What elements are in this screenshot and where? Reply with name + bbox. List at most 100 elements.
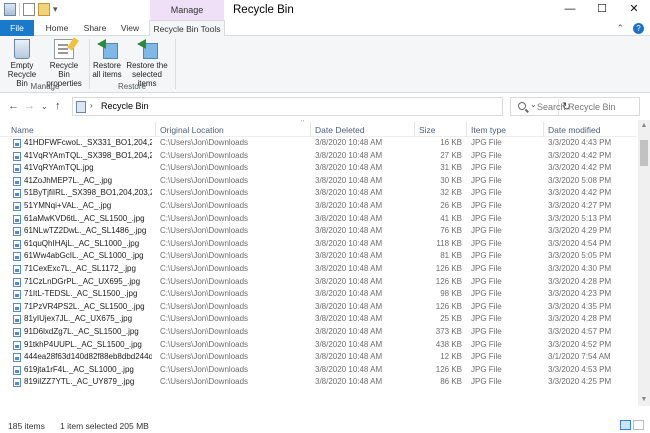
cell-modified: 3/3/2020 4:28 PM xyxy=(548,314,612,324)
chevron-up-icon: ^ xyxy=(301,120,305,126)
column-header-location[interactable]: Original Location xyxy=(160,125,224,135)
properties-icon[interactable] xyxy=(23,3,35,16)
group-label-restore: Restore xyxy=(117,82,146,91)
restore-all-items-button[interactable]: Restore all items xyxy=(92,39,122,79)
table-row[interactable]: 819iIZZ7YTL._AC_UY879_.jpg C:\Users\Jon\D… xyxy=(0,376,637,389)
chevron-up-icon[interactable]: ⌃ xyxy=(616,23,624,34)
details-view-icon[interactable] xyxy=(620,420,631,430)
table-row[interactable]: 61quQhIHAjL._AC_SL1000_.jpg C:\Users\Jon\… xyxy=(0,238,637,251)
cell-deleted: 3/8/2020 10:48 AM xyxy=(315,289,383,299)
cell-size: 25 KB xyxy=(440,314,462,324)
close-button[interactable]: ✕ xyxy=(618,0,650,20)
column-header-row: Name Original Location ^ Date Deleted Si… xyxy=(0,120,637,137)
tab-view[interactable]: View xyxy=(114,20,146,36)
table-row[interactable]: 444ea28f63d140d82f88eb8dbd244d... C:\User… xyxy=(0,351,637,364)
search-input[interactable]: Search Recycle Bin xyxy=(510,97,640,116)
scroll-thumb[interactable] xyxy=(640,140,648,166)
cell-size: 16 KB xyxy=(440,138,462,147)
cell-name: 819iIZZ7YTL._AC_UY879_.jpg xyxy=(24,377,135,387)
table-row[interactable]: 71CexExc7L._AC_SL1172_.jpg C:\Users\Jon\D… xyxy=(0,263,637,276)
minimize-button[interactable]: — xyxy=(554,0,586,20)
table-row[interactable]: 41HDFWFcwoL._SX331_BO1,204,203,200_.jpg C… xyxy=(0,137,637,150)
maximize-button[interactable]: ☐ xyxy=(586,0,618,20)
up-arrow-icon[interactable]: ↑ xyxy=(55,100,61,112)
divider[interactable] xyxy=(310,122,311,137)
column-header-modified[interactable]: Date modified xyxy=(548,125,600,135)
chevron-down-icon[interactable]: ▾ xyxy=(53,3,61,16)
cell-type: JPG File xyxy=(471,163,502,173)
table-row[interactable]: 61NLwTZ2DwL._AC_SL1486_.jpg C:\Users\Jon\… xyxy=(0,225,637,238)
cell-type: JPG File xyxy=(471,327,502,336)
cell-type: JPG File xyxy=(471,226,502,236)
table-row[interactable]: 51ByTjfiIRL._SX398_BO1,204,203,200_.jpg C… xyxy=(0,187,637,200)
cell-deleted: 3/8/2020 10:48 AM xyxy=(315,364,383,374)
cell-deleted: 3/8/2020 10:48 AM xyxy=(315,150,383,160)
cell-location: C:\Users\Jon\Downloads xyxy=(160,150,249,160)
table-row[interactable]: 61aMwKVD6tL._AC_SL1500_.jpg C:\Users\Jon\… xyxy=(0,213,637,226)
cell-deleted: 3/8/2020 10:48 AM xyxy=(315,238,383,248)
cell-deleted: 3/8/2020 10:48 AM xyxy=(315,352,383,362)
table-row[interactable]: 71PzVR4PS2L._AC_SL1500_.jpg C:\Users\Jon\… xyxy=(0,301,637,314)
jpg-file-icon xyxy=(13,265,21,274)
help-icon[interactable]: ? xyxy=(633,23,644,34)
chevron-right-icon[interactable]: › xyxy=(90,101,93,110)
cell-size: 126 KB xyxy=(435,301,462,311)
cell-type: JPG File xyxy=(471,339,502,349)
table-row[interactable]: 91tkhP4UUPL._AC_SL1500_.jpg C:\Users\Jon\… xyxy=(0,339,637,352)
table-row[interactable]: 71ItL-TEDSL._AC_SL1500_.jpg C:\Users\Jon\… xyxy=(0,288,637,301)
table-row[interactable]: 41VqRYAmTQL.jpg C:\Users\Jon\Downloads 3/8… xyxy=(0,162,637,175)
divider[interactable] xyxy=(543,122,544,137)
cell-modified: 3/3/2020 4:42 PM xyxy=(548,150,612,160)
table-row[interactable]: 41ZoJhMEP7L._AC_.jpg C:\Users\Jon\Downloa… xyxy=(0,175,637,188)
cell-deleted: 3/8/2020 10:48 AM xyxy=(315,163,383,173)
cell-modified: 3/1/2020 7:54 AM xyxy=(548,352,611,362)
divider[interactable] xyxy=(155,122,156,137)
context-tab-manage[interactable]: Manage xyxy=(150,0,224,20)
forward-arrow-icon[interactable]: → xyxy=(24,100,35,112)
back-arrow-icon[interactable]: ← xyxy=(8,100,19,112)
tab-share[interactable]: Share xyxy=(78,20,112,36)
breadcrumb[interactable]: Recycle Bin xyxy=(101,101,149,111)
table-row[interactable]: 51YMNqi+VAL._AC_.jpg C:\Users\Jon\Downloa… xyxy=(0,200,637,213)
cell-type: JPG File xyxy=(471,301,502,311)
cell-type: JPG File xyxy=(471,276,502,286)
table-row[interactable]: 41VqRYAmTQL._SX398_BO1,204,203,200_.jpg C… xyxy=(0,150,637,163)
divider[interactable] xyxy=(414,122,415,137)
cell-name: 51YMNqi+VAL._AC_.jpg xyxy=(24,201,112,210)
cell-type: JPG File xyxy=(471,238,502,248)
navigation-bar: ← → ⌄ ↑ › Recycle Bin ⌄ ↻ Search Recycle… xyxy=(0,93,650,120)
jpg-file-icon xyxy=(13,378,21,388)
cell-location: C:\Users\Jon\Downloads xyxy=(160,352,249,362)
chevron-down-icon[interactable]: ⌄ xyxy=(41,102,48,111)
table-row[interactable]: 71CzLnDGrPL._AC_UX695_.jpg C:\Users\Jon\D… xyxy=(0,276,637,289)
new-folder-icon[interactable] xyxy=(38,3,50,16)
divider[interactable] xyxy=(466,122,467,137)
column-header-name[interactable]: Name xyxy=(11,125,34,135)
tab-recycle-bin-tools[interactable]: Recycle Bin Tools xyxy=(149,20,225,37)
cell-location: C:\Users\Jon\Downloads xyxy=(160,314,249,324)
column-header-type[interactable]: Item type xyxy=(471,125,506,135)
column-header-size[interactable]: Size xyxy=(419,125,436,135)
table-row[interactable]: 619jta1rF4L._AC_SL1000_.jpg C:\Users\Jon\… xyxy=(0,364,637,377)
cell-modified: 3/3/2020 5:08 PM xyxy=(548,175,612,185)
tab-home[interactable]: Home xyxy=(40,20,74,36)
cell-name: 61Ww4abGcIL._AC_SL1000_.jpg xyxy=(24,251,144,261)
table-row[interactable]: 91D6lxdZg7L._AC_SL1500_.jpg C:\Users\Jon\… xyxy=(0,326,637,339)
table-row[interactable]: 81yIUjex7JL._AC_UX675_.jpg C:\Users\Jon\D… xyxy=(0,313,637,326)
table-row[interactable]: 61Ww4abGcIL._AC_SL1000_.jpg C:\Users\Jon\… xyxy=(0,250,637,263)
address-bar[interactable]: › Recycle Bin ⌄ ↻ xyxy=(72,97,571,116)
cell-deleted: 3/8/2020 10:48 AM xyxy=(315,188,383,198)
empty-recycle-bin-button[interactable]: Empty Recycle Bin xyxy=(4,39,40,88)
column-header-date-deleted[interactable]: Date Deleted xyxy=(315,125,365,135)
cell-location: C:\Users\Jon\Downloads xyxy=(160,327,249,336)
tab-file[interactable]: File xyxy=(0,20,34,36)
vertical-scrollbar[interactable]: ▲ ▼ xyxy=(638,120,650,406)
recycle-bin-properties-button[interactable]: Recycle Bin properties xyxy=(44,39,84,88)
cell-type: JPG File xyxy=(471,264,502,273)
restore-selected-items-button[interactable]: Restore the selected items xyxy=(122,39,172,88)
large-icons-view-icon[interactable] xyxy=(633,420,644,430)
cell-name: 41ZoJhMEP7L._AC_.jpg xyxy=(24,175,113,185)
scroll-down-icon[interactable]: ▼ xyxy=(638,394,650,406)
cell-modified: 3/3/2020 4:28 PM xyxy=(548,276,612,286)
scroll-up-icon[interactable]: ▲ xyxy=(638,120,650,132)
